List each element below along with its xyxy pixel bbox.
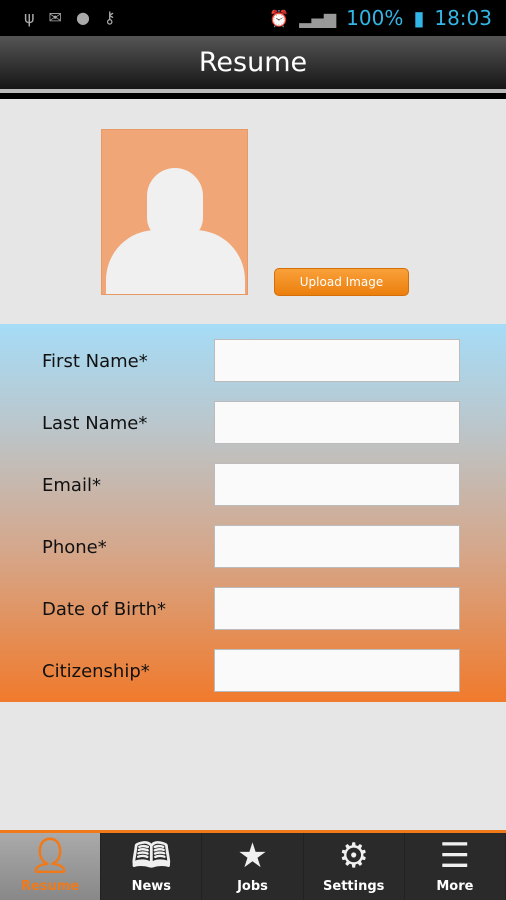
tab-label: Settings <box>323 879 385 894</box>
tab-label: News <box>131 879 172 894</box>
last-name-label: Last Name* <box>42 413 148 434</box>
email-input[interactable] <box>214 463 460 506</box>
profile-photo-placeholder[interactable] <box>101 129 248 295</box>
tab-resume[interactable]: 👤︎ Resume <box>0 833 102 900</box>
alarm-icon: ⏰ <box>269 8 290 28</box>
signal-icon: ▂▄▆ <box>299 8 337 28</box>
star-icon: ★ <box>237 836 268 876</box>
tab-jobs[interactable]: ★ Jobs <box>202 833 304 900</box>
tab-more[interactable]: ☰ More <box>405 833 506 900</box>
battery-percent: 100% <box>346 6 404 30</box>
avatar-body-icon <box>106 230 245 294</box>
clock: 18:03 <box>434 6 492 30</box>
book-icon: 🕮 <box>131 836 172 876</box>
phone-input[interactable] <box>214 525 460 568</box>
citizenship-label: Citizenship* <box>42 661 150 682</box>
phone-label: Phone* <box>42 537 107 558</box>
first-name-input[interactable] <box>214 339 460 382</box>
divider <box>0 93 506 99</box>
dob-label: Date of Birth* <box>42 599 167 620</box>
dob-input[interactable] <box>214 587 460 630</box>
notification-icons: ψ✉●⚷ <box>24 8 130 27</box>
tab-label: More <box>436 879 474 894</box>
upload-image-button[interactable]: Upload Image <box>274 268 409 296</box>
bottom-tab-bar: 👤︎ Resume 🕮 News ★ Jobs ⚙ Settings ☰ More <box>0 830 506 900</box>
email-label: Email* <box>42 475 101 496</box>
last-name-input[interactable] <box>214 401 460 444</box>
battery-icon: ▮ <box>413 6 425 30</box>
tab-label: Resume <box>21 879 80 894</box>
page-title: Resume <box>0 36 506 90</box>
person-icon: 👤︎ <box>28 836 72 876</box>
tab-news[interactable]: 🕮 News <box>101 833 203 900</box>
gears-icon: ⚙ <box>338 836 369 876</box>
menu-icon: ☰ <box>439 836 471 876</box>
tab-settings[interactable]: ⚙ Settings <box>304 833 405 900</box>
citizenship-input[interactable] <box>214 649 460 692</box>
first-name-label: First Name* <box>42 351 148 372</box>
resume-form: First Name* Last Name* Email* Phone* Dat… <box>0 324 506 702</box>
status-bar: ψ✉●⚷ ⏰ ▂▄▆ 100% ▮ 18:03 <box>0 0 506 36</box>
tab-label: Jobs <box>237 879 268 894</box>
